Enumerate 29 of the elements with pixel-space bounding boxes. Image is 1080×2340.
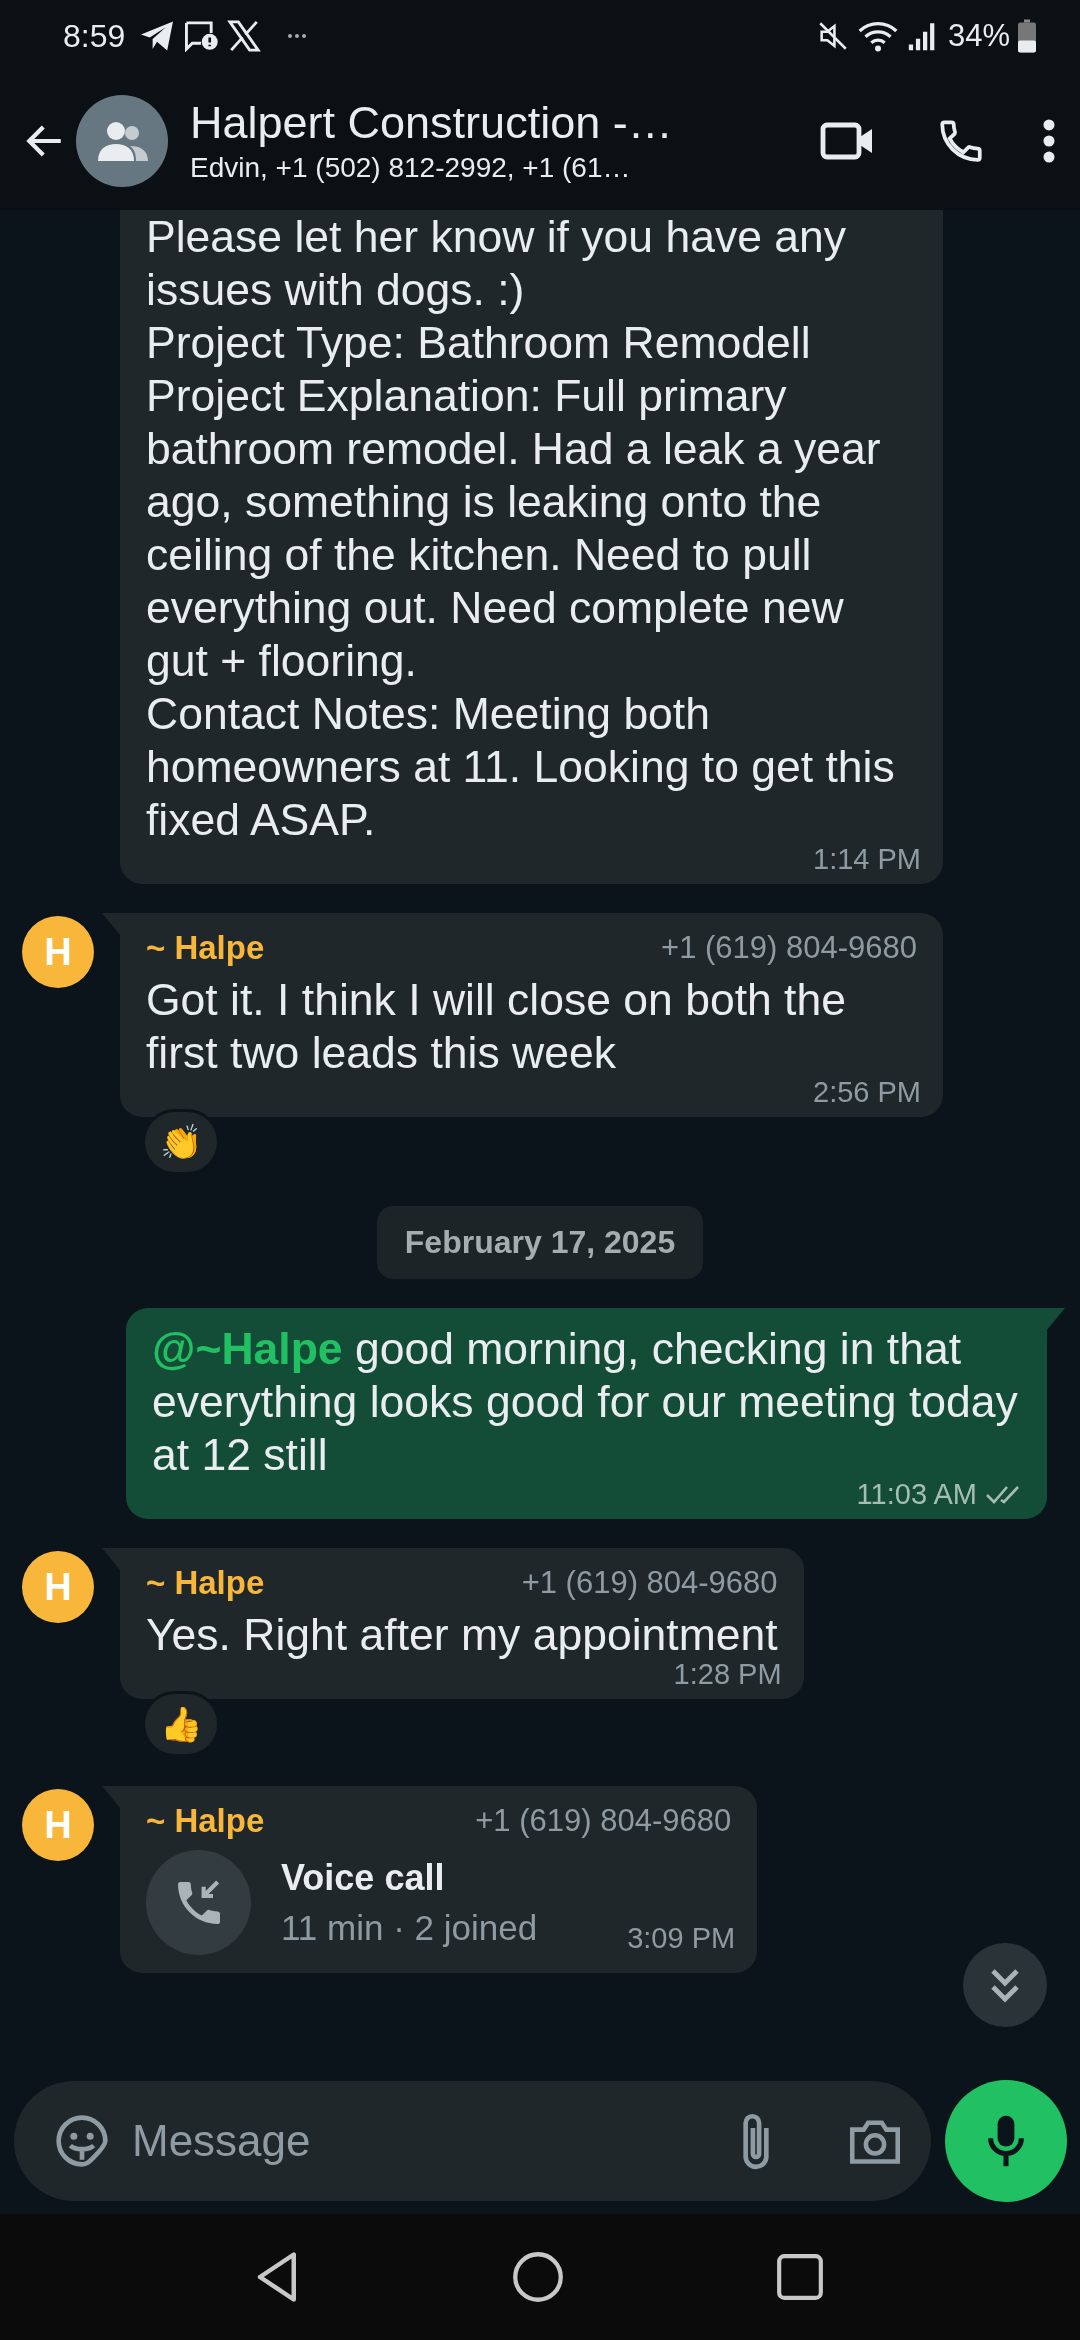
message-alert-icon [183,20,220,52]
date-separator: February 17, 2025 [376,1206,704,1279]
message-field[interactable]: Message [14,2081,931,2201]
paper-plane-icon [139,20,176,52]
call-title: Voice call [281,1855,446,1900]
status-time: 8:59 [63,17,126,55]
message-time: 3:09 PM [627,1921,736,1955]
menu-icon[interactable] [1042,118,1056,164]
wifi-icon [857,19,898,53]
sender-phone: +1 (619) 804-9680 [661,930,917,966]
sticker-icon[interactable] [54,2113,110,2169]
chat-title[interactable]: Halpert Construction -… [190,96,760,150]
microphone-icon[interactable] [986,2113,1026,2169]
home-nav-icon[interactable] [512,2251,564,2303]
message-input[interactable]: Message [130,2115,715,2167]
sender-phone: +1 (619) 804-9680 [475,1803,732,1839]
sender-phone: +1 (619) 804-9680 [521,1565,778,1601]
battery-icon [1018,19,1036,53]
reaction[interactable]: 👏 [142,1109,220,1175]
x-letter-icon [227,20,262,52]
call-detail: 11 min · 2 joined [281,1906,538,1949]
recents-nav-icon[interactable] [774,2252,825,2302]
sender-name: ~ Halpe [146,1564,265,1602]
reaction[interactable]: 👍 [142,1691,220,1757]
sender-name: ~ Halpe [146,1802,265,1840]
sender-name: ~ Halpe [146,929,265,967]
chat-members[interactable]: Edvin, +1 (502) 812-2992, +1 (61… [190,150,760,186]
more-notifications-icon [287,33,308,39]
battery-percent: 34% [947,18,1010,54]
